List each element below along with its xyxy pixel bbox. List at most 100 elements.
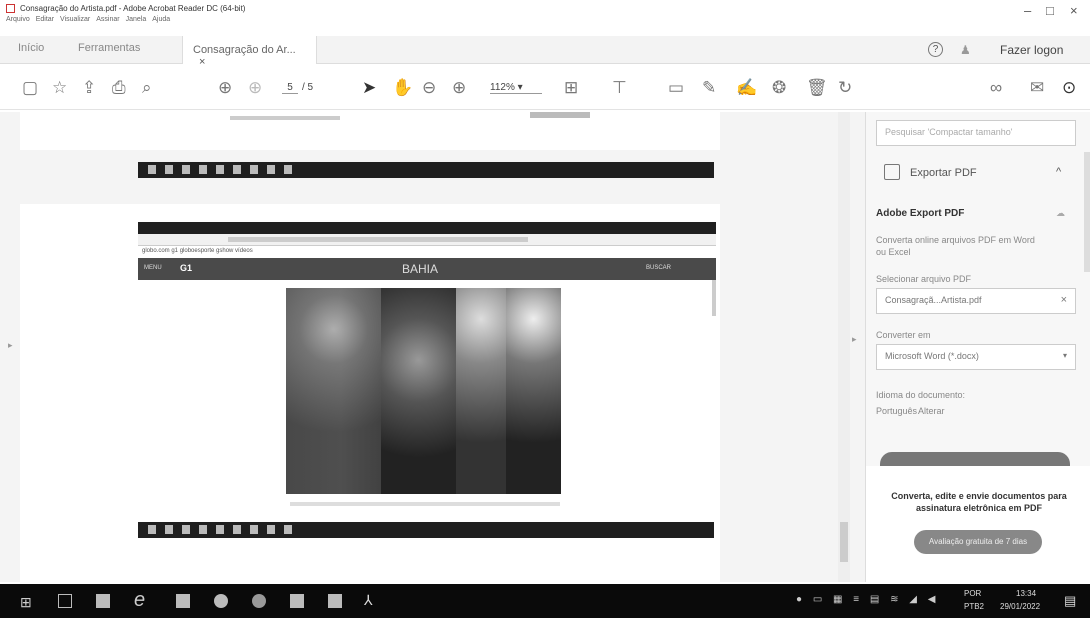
left-panel-toggle-icon[interactable]: ▸ (8, 340, 13, 351)
comment-icon[interactable]: ▭ (668, 78, 684, 98)
zoom-in-icon[interactable]: ⊕ (452, 78, 466, 98)
screenshot-scrollbar (712, 280, 716, 316)
task-view-icon[interactable] (58, 594, 72, 608)
screenshot-taskbar-1 (138, 162, 714, 178)
app-icon-a[interactable] (290, 594, 304, 608)
tab-inicio[interactable]: Início (18, 42, 44, 54)
screenshot-bahia-title: BAHIA (402, 262, 439, 276)
export-description: Converta online arquivos PDF em Word ou … (876, 235, 1035, 257)
notifications-icon[interactable]: ▤ (1064, 593, 1076, 609)
screenshot-taskbar-2 (138, 522, 714, 538)
tool-search-input[interactable]: Pesquisar 'Compactar tamanho' (876, 120, 1076, 146)
screenshot-address-bar (138, 234, 716, 246)
tab-bar: Início Ferramentas Consagração do Ar... … (0, 36, 1090, 68)
help-icon[interactable]: ? (928, 42, 943, 57)
delete-icon[interactable]: 🗑 (806, 78, 828, 98)
promo-text: Converta, edite e envie documentos para … (891, 491, 1067, 513)
minimize-button[interactable]: – (1024, 3, 1031, 18)
menu-editar[interactable]: Editar (36, 16, 54, 23)
pdf-page-main: globo.com g1 globoesporte gshow vídeos M… (20, 204, 720, 582)
fit-page-icon[interactable]: ⊞ (564, 78, 578, 98)
selected-file-field[interactable]: Consagraçã...Artista.pdf × (876, 288, 1076, 314)
tab-close-icon[interactable]: × (199, 56, 205, 68)
photos-icon[interactable] (176, 594, 190, 608)
menu-janela[interactable]: Janela (126, 16, 147, 23)
panel-scrollbar[interactable] (1084, 152, 1090, 272)
screenshot-g1-logo: G1 (180, 263, 193, 273)
windows-start-icon[interactable]: ⊞ (20, 594, 32, 611)
select-file-label: Selecionar arquivo PDF (876, 274, 972, 284)
star-icon[interactable]: ☆ (52, 78, 67, 98)
save-icon[interactable]: ▢ (22, 78, 38, 98)
acrobat-taskbar-icon[interactable]: ⅄ (364, 592, 373, 609)
store-icon[interactable] (96, 594, 110, 608)
zoom-select[interactable]: 112% ▾ (490, 82, 542, 94)
collapse-chevron-icon[interactable]: ^ (1056, 166, 1061, 178)
right-panel-toggle-icon[interactable]: ▸ (852, 334, 857, 345)
change-language-link[interactable]: Alterar (918, 406, 945, 416)
chrome-icon[interactable] (252, 594, 266, 608)
mail-icon[interactable]: ✉ (1030, 78, 1044, 98)
print-icon[interactable]: ⎙ (112, 78, 126, 98)
app-icon-b[interactable] (328, 594, 342, 608)
convert-button[interactable] (880, 452, 1070, 466)
screenshot-nav-links: globo.com g1 globoesporte gshow vídeos (138, 246, 716, 258)
pdf-page-top (20, 112, 720, 150)
bell-icon[interactable]: ♟ (960, 43, 971, 57)
convert-format-select[interactable]: Microsoft Word (*.docx) ▾ (876, 344, 1076, 370)
zoom-out-icon[interactable]: ⊖ (422, 78, 436, 98)
document-language-label: Idioma do documento: (876, 390, 966, 400)
clear-file-icon[interactable]: × (1061, 294, 1067, 306)
share-icon[interactable]: ⊙ (1062, 78, 1076, 98)
media-icon[interactable] (214, 594, 228, 608)
menu-bar: Arquivo Editar Visualizar Assinar Janela… (6, 16, 170, 23)
menu-ajuda[interactable]: Ajuda (152, 16, 170, 23)
login-link[interactable]: Fazer logon (1000, 43, 1063, 57)
page-number-input[interactable]: 5 (282, 82, 298, 94)
free-trial-button[interactable]: Avaliação gratuita de 7 dias (914, 530, 1042, 554)
menu-arquivo[interactable]: Arquivo (6, 16, 30, 23)
cloud-icon: ☁ (1056, 208, 1065, 218)
clock-date[interactable]: 29/01/2022 (1000, 602, 1040, 611)
tab-document[interactable]: Consagração do Ar... × (182, 36, 317, 68)
adobe-export-title: Adobe Export PDF (876, 208, 965, 219)
promo-box (866, 466, 1090, 582)
window-title: Consagração do Artista.pdf - Adobe Acrob… (20, 4, 246, 13)
menu-visualizar[interactable]: Visualizar (60, 16, 90, 23)
select-cursor-icon[interactable]: ➤ (362, 78, 376, 98)
scroll-mode-icon[interactable]: ⊤ (612, 78, 627, 98)
export-pdf-icon (884, 164, 900, 180)
upload-icon[interactable]: ⇪ (82, 78, 96, 98)
maximize-button[interactable]: □ (1046, 3, 1054, 18)
page-total: / 5 (302, 82, 314, 93)
zoom-out-search-icon[interactable]: ⌕ (142, 78, 152, 98)
photo-caption (290, 502, 560, 506)
clock-time[interactable]: 13:34 (1016, 589, 1036, 598)
page-up-icon[interactable]: ⊕ (218, 78, 232, 98)
system-tray-icons[interactable]: ● ▭ ▦ ≡ ▤ ≋ ◢ ◀ (796, 594, 939, 605)
menu-assinar[interactable]: Assinar (96, 16, 119, 23)
screenshot-search: BUSCAR (646, 265, 672, 271)
input-language[interactable]: POR (964, 589, 981, 598)
document-language-value: Português (876, 406, 918, 416)
link-icon[interactable]: ∞ (990, 78, 1002, 98)
document-scrollbar[interactable] (838, 112, 850, 582)
tab-ferramentas[interactable]: Ferramentas (78, 42, 140, 54)
export-pdf-title[interactable]: Exportar PDF (910, 167, 977, 179)
edge-icon[interactable]: e (134, 589, 145, 612)
stamp-icon[interactable]: ❂ (772, 78, 786, 98)
screenshot-g1-header: MENU G1 BAHIA BUSCAR (138, 258, 716, 280)
input-language-2[interactable]: PTB2 (964, 602, 984, 611)
page-down-icon[interactable]: ⊕ (248, 78, 262, 98)
document-area[interactable]: globo.com g1 globoesporte gshow vídeos M… (0, 112, 865, 582)
sign-icon[interactable]: ✍ (736, 78, 757, 98)
chevron-down-icon: ▾ (1062, 351, 1067, 360)
tab-document-label: Consagração do Ar... (193, 44, 296, 56)
screenshot-browser-tabs (138, 222, 716, 234)
hand-icon[interactable]: ✋ (392, 78, 413, 98)
rotate-icon[interactable]: ↻ (838, 78, 852, 98)
close-window-button[interactable]: × (1070, 3, 1078, 18)
highlight-pen-icon[interactable]: ✎ (702, 78, 716, 98)
toolbar: ▢ ☆ ⇪ ⎙ ⌕ ⊕ ⊕ 5 / 5 ➤ ✋ ⊖ ⊕ 112% ▾ ⊞ ⊤ ▭… (0, 70, 1090, 110)
tools-panel: Pesquisar 'Compactar tamanho' Exportar P… (865, 112, 1090, 582)
